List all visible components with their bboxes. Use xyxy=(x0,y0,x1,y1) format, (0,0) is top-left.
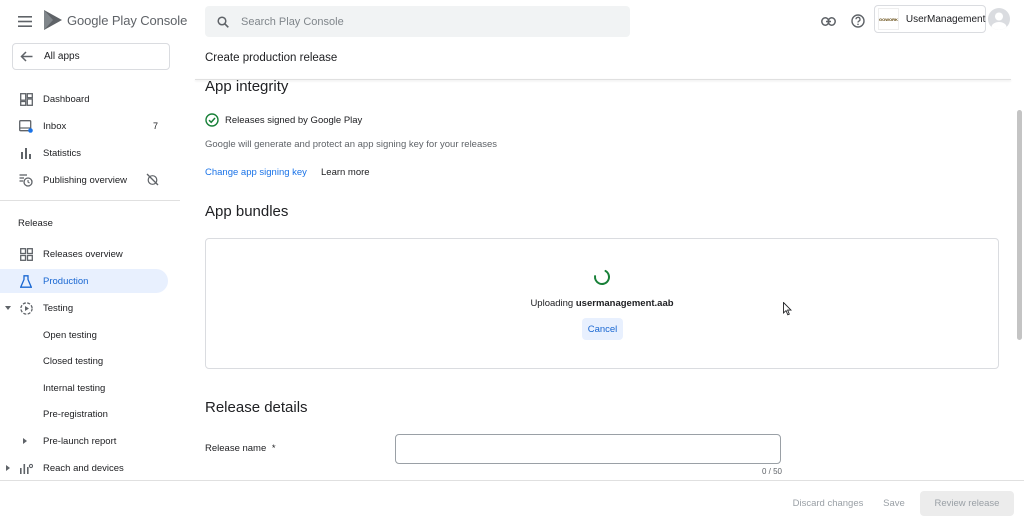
link-icon[interactable] xyxy=(818,11,838,31)
search-bar[interactable] xyxy=(205,6,630,37)
action-footer: Discard changes Save Review release xyxy=(0,480,1024,522)
sidebar: All apps Dashboard Inbox 7 Statistics Pu… xyxy=(0,42,180,480)
signing-description: Google will generate and protect an app … xyxy=(205,139,498,150)
account-name: UserManagement xyxy=(905,13,986,25)
account-switcher[interactable]: GOWORK UserManagement xyxy=(874,5,986,33)
sidebar-item-releases-overview[interactable]: Releases overview xyxy=(0,242,168,266)
chevron-right-icon[interactable] xyxy=(6,464,10,471)
avatar[interactable] xyxy=(988,8,1010,30)
sidebar-divider xyxy=(0,200,180,201)
brand-name: Google Play Console xyxy=(67,12,188,28)
play-logo-icon xyxy=(44,10,62,30)
sidebar-item-dashboard[interactable]: Dashboard xyxy=(0,87,168,111)
release-name-input[interactable] xyxy=(395,434,781,464)
save-button[interactable]: Save xyxy=(878,491,910,516)
release-name-label: Release name * xyxy=(205,443,276,454)
menu-icon[interactable] xyxy=(14,11,36,31)
required-mark: * xyxy=(271,443,276,454)
sidebar-item-label: Closed testing xyxy=(43,355,104,367)
sidebar-item-label: Statistics xyxy=(43,147,82,159)
learn-more-link[interactable]: Learn more xyxy=(321,167,370,178)
sidebar-item-pre-registration[interactable]: Pre-registration xyxy=(0,402,168,426)
signing-status: Releases signed by Google Play xyxy=(205,113,362,127)
review-release-button[interactable]: Review release xyxy=(920,491,1014,516)
cancel-upload-button[interactable]: Cancel xyxy=(582,318,623,340)
chevron-right-icon[interactable] xyxy=(23,437,27,444)
sidebar-item-label: Publishing overview xyxy=(43,174,127,186)
loading-spinner-icon xyxy=(594,269,610,285)
check-circle-icon xyxy=(205,113,219,127)
character-counter: 0 / 50 xyxy=(761,467,782,476)
uploading-prefix: Uploading xyxy=(530,298,574,309)
managed-publishing-off-icon xyxy=(146,173,159,189)
all-apps-label: All apps xyxy=(44,51,80,62)
signing-status-text: Releases signed by Google Play xyxy=(225,114,363,126)
sidebar-item-open-testing[interactable]: Open testing xyxy=(0,323,168,347)
sidebar-item-label: Dashboard xyxy=(43,93,90,105)
sidebar-item-label: Pre-registration xyxy=(43,408,108,420)
sidebar-item-label: Inbox xyxy=(43,120,67,132)
inbox-count-badge: 7 xyxy=(153,121,159,131)
testing-play-icon xyxy=(19,301,33,315)
sidebar-item-label: Releases overview xyxy=(43,248,123,260)
reach-devices-icon xyxy=(19,461,33,475)
sidebar-item-production-active[interactable]: Production xyxy=(0,269,168,293)
releases-grid-icon xyxy=(19,247,33,261)
change-signing-key-link[interactable]: Change app signing key xyxy=(205,167,307,178)
sidebar-item-pre-launch-report[interactable]: Pre-launch report xyxy=(0,429,168,453)
sidebar-item-internal-testing[interactable]: Internal testing xyxy=(0,376,168,400)
app-integrity-heading: App integrity xyxy=(205,78,289,95)
inbox-icon xyxy=(19,119,33,133)
sidebar-item-reach-and-devices[interactable]: Reach and devices xyxy=(0,456,168,480)
sidebar-item-publishing-overview[interactable]: Publishing overview xyxy=(0,168,168,192)
app-bundles-heading: App bundles xyxy=(205,203,289,220)
upload-dropzone[interactable]: Uploading usermanagement.aab Cancel xyxy=(205,238,999,369)
sidebar-item-testing[interactable]: Testing xyxy=(0,296,168,320)
page-title: Create production release xyxy=(205,52,338,64)
upload-status: Uploading usermanagement.aab xyxy=(206,298,998,309)
release-section-label: Release xyxy=(18,218,53,229)
account-logo: GOWORK xyxy=(878,8,899,30)
sidebar-item-label: Internal testing xyxy=(43,382,106,394)
sidebar-item-label: Pre-launch report xyxy=(43,435,117,447)
header-divider xyxy=(195,79,1011,80)
sidebar-item-label: Testing xyxy=(43,302,74,314)
sidebar-item-closed-testing[interactable]: Closed testing xyxy=(0,349,168,373)
mouse-cursor-icon xyxy=(783,302,792,316)
production-flask-icon xyxy=(19,274,33,288)
sidebar-item-label: Reach and devices xyxy=(43,462,124,474)
sidebar-item-label: Open testing xyxy=(43,329,97,341)
chevron-down-icon[interactable] xyxy=(5,306,11,310)
search-input[interactable] xyxy=(241,15,601,28)
release-details-heading: Release details xyxy=(205,399,308,416)
play-console-logo[interactable]: Google Play Console xyxy=(44,10,187,30)
all-apps-button[interactable]: All apps xyxy=(12,43,170,70)
help-icon[interactable] xyxy=(848,11,868,31)
top-bar: Google Play Console GOWORK UserManagemen… xyxy=(0,0,1024,42)
scrollbar[interactable] xyxy=(1017,110,1022,340)
sidebar-item-statistics[interactable]: Statistics xyxy=(0,141,168,165)
discard-changes-button[interactable]: Discard changes xyxy=(788,491,868,516)
sidebar-item-label: Production xyxy=(43,275,89,287)
user-avatar-icon xyxy=(991,12,1007,30)
dashboard-icon xyxy=(19,92,33,106)
sidebar-item-inbox[interactable]: Inbox 7 xyxy=(0,114,168,138)
publishing-clock-icon xyxy=(19,173,33,187)
search-icon xyxy=(217,15,229,28)
bar-chart-icon xyxy=(19,146,33,160)
arrow-back-icon xyxy=(20,51,33,62)
upload-filename: usermanagement.aab xyxy=(575,298,674,309)
